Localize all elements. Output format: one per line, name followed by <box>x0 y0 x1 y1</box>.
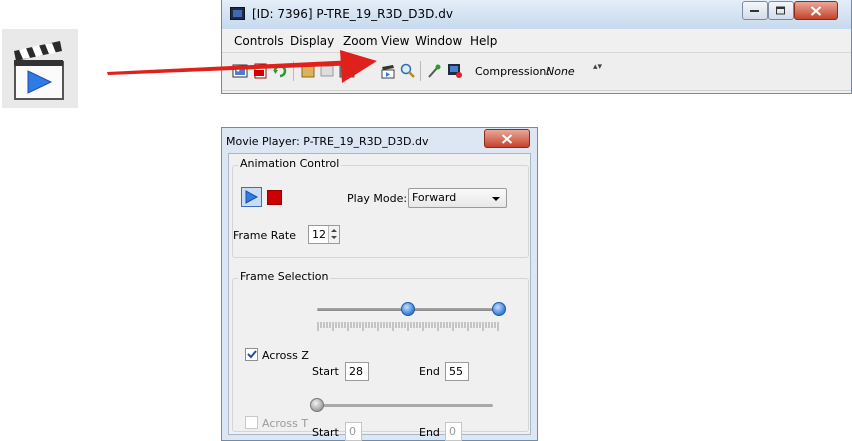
frame-rate-value: 12 <box>312 228 326 241</box>
arrow-down-icon <box>331 236 337 239</box>
across-z-checkbox[interactable] <box>245 348 258 361</box>
frame-selection-group: Frame Selection Across Z Start 28 End 55 <box>232 270 529 441</box>
play-mode-select[interactable]: Forward <box>408 188 507 208</box>
z-start-label: Start <box>312 365 339 378</box>
z-slider-ticks <box>317 322 499 331</box>
across-t-label: Across T <box>262 417 309 430</box>
movie-player-dialog: Movie Player: P-TRE_19_R3D_D3D.dv Animat… <box>221 127 538 441</box>
t-slider-track <box>317 404 493 407</box>
dialog-title-bar: Movie Player: P-TRE_19_R3D_D3D.dv <box>222 128 537 154</box>
z-end-label: End <box>419 365 440 378</box>
across-z-label: Across Z <box>262 349 309 362</box>
play-mode-label: Play Mode: <box>347 192 408 205</box>
frame-rate-spinner[interactable]: 12 <box>308 225 340 244</box>
dialog-title: Movie Player: P-TRE_19_R3D_D3D.dv <box>226 135 429 148</box>
play-icon <box>245 190 259 204</box>
animation-control-group: Animation Control Play Mode: Forward Fra… <box>232 157 529 258</box>
t-end-label: End <box>419 426 440 439</box>
z-start-field[interactable]: 28 <box>345 362 369 381</box>
z-start-value: 28 <box>349 365 363 378</box>
animation-control-legend: Animation Control <box>238 157 342 170</box>
spinner-buttons[interactable] <box>328 226 339 243</box>
t-start-value: 0 <box>349 425 356 438</box>
checkmark-icon <box>247 350 257 359</box>
z-end-field[interactable]: 55 <box>445 362 469 381</box>
t-start-field: 0 <box>345 422 362 441</box>
across-t-checkbox <box>245 416 258 429</box>
play-button[interactable] <box>241 187 262 207</box>
close-icon <box>501 133 513 144</box>
dialog-body: Animation Control Play Mode: Forward Fra… <box>228 153 531 441</box>
t-end-value: 0 <box>449 425 456 438</box>
z-end-slider-thumb[interactable] <box>492 302 506 316</box>
z-start-slider-thumb[interactable] <box>401 302 415 316</box>
play-mode-value: Forward <box>412 191 457 204</box>
frame-selection-legend: Frame Selection <box>238 270 331 283</box>
t-end-field: 0 <box>445 422 462 441</box>
z-end-value: 55 <box>449 365 463 378</box>
arrow-up-icon <box>331 229 337 232</box>
chevron-down-icon <box>492 197 500 201</box>
frame-rate-label: Frame Rate <box>233 229 296 242</box>
t-slider-thumb <box>310 398 324 412</box>
dialog-close-button[interactable] <box>484 129 530 148</box>
t-start-label: Start <box>312 426 339 439</box>
stop-button[interactable] <box>267 190 282 205</box>
